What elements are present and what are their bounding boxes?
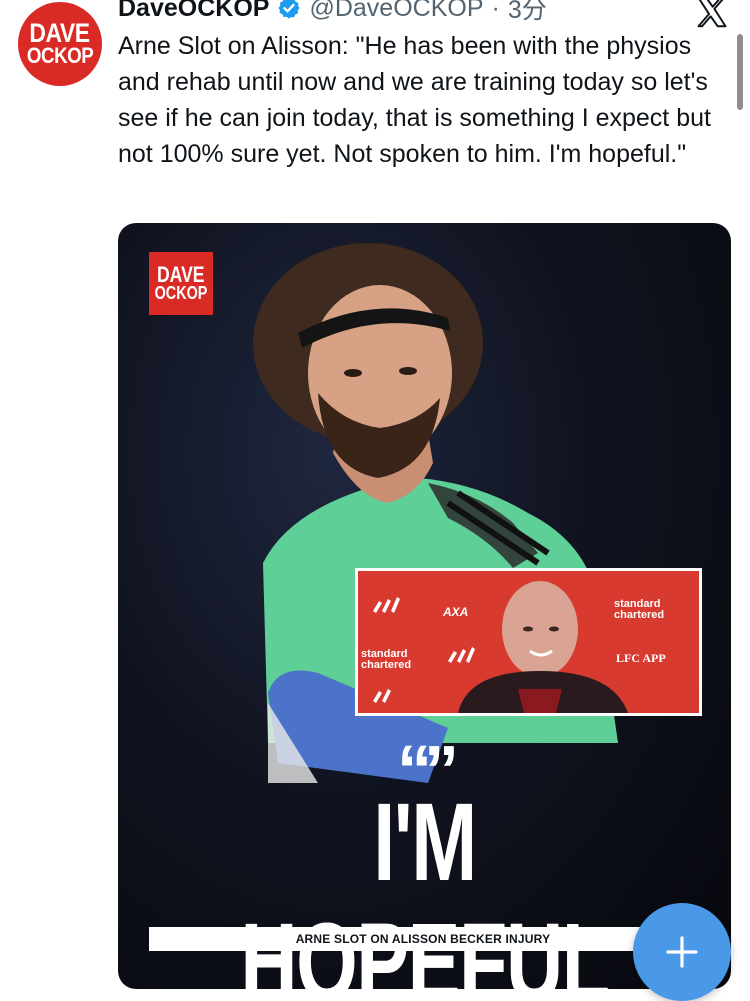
display-name[interactable]: DaveOCKOP: [118, 0, 269, 23]
user-handle[interactable]: @DaveOCKOP: [309, 0, 483, 23]
media-logo-line1: DAVE: [157, 262, 205, 288]
avatar[interactable]: DAVE OCKOP: [18, 2, 102, 86]
svg-text:AXA: AXA: [442, 605, 468, 619]
separator-dot: ·: [491, 0, 500, 22]
inset-app-badge: LFC APP: [616, 651, 666, 665]
plus-icon: [666, 936, 698, 968]
tweet-header: DaveOCKOP @DaveOCKOP · 3分: [118, 0, 547, 24]
avatar-text-line2: OCKOP: [26, 43, 94, 69]
inset-sponsor-right: standard chartered: [614, 598, 665, 621]
press-conference-inset: AXA standard chartered standard chartere…: [355, 568, 702, 716]
verified-badge-icon: [278, 0, 300, 19]
scrollbar[interactable]: [737, 34, 743, 110]
media-headline: I'M HOPEFUL: [240, 781, 610, 990]
media-brand-logo: DAVE OCKOP: [149, 252, 213, 315]
timestamp[interactable]: 3分: [508, 0, 547, 26]
tweet-text: Arne Slot on Alisson: "He has been with …: [118, 32, 718, 168]
press-conference-photo: AXA: [358, 571, 699, 713]
tweet-media-image[interactable]: DAVE OCKOP AXA standard chartered standa…: [118, 223, 731, 989]
media-logo-line2: OCKOP: [154, 283, 208, 304]
media-caption: ARNE SLOT ON ALISSON BECKER INJURY: [149, 927, 697, 951]
inset-sponsor-left: standard chartered: [361, 648, 412, 671]
x-logo-icon[interactable]: [694, 0, 730, 30]
compose-button[interactable]: [633, 903, 731, 1001]
